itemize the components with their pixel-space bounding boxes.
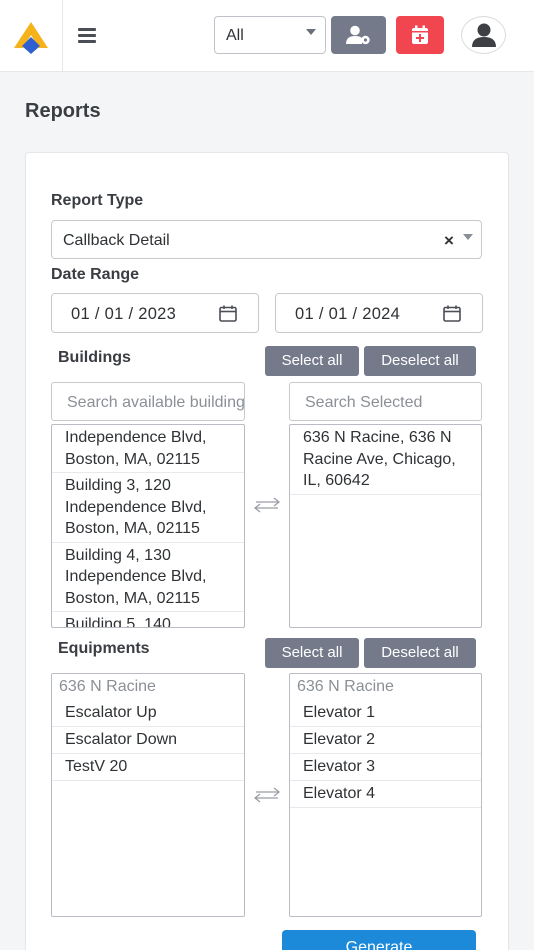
date-range-label: Date Range [51,266,140,283]
calendar-add-button[interactable] [396,16,444,54]
list-group-header: 636 N Racine [297,678,394,695]
list-item[interactable]: Building 5, 140 [52,612,244,627]
list-item[interactable]: Elevator 1 [290,700,481,727]
list-item[interactable]: Building 4, 130 Independence Blvd, Bosto… [52,543,244,612]
report-type-value: Callback Detail [63,232,170,249]
list-item[interactable]: Escalator Up [52,700,244,727]
user-cog-icon [346,25,370,45]
user-icon [472,23,496,47]
chevron-down-icon [306,29,316,35]
equipments-select-all-button[interactable]: Select all [265,638,359,668]
report-type-select[interactable]: Callback Detail × [51,220,482,259]
list-item[interactable]: Elevator 3 [290,754,481,781]
generate-button[interactable]: Generate [282,930,476,950]
report-type-label: Report Type [51,192,144,209]
selected-buildings-list[interactable]: 636 N Racine, 636 N Racine Ave, Chicago,… [289,424,482,628]
list-item[interactable]: Independence Blvd, Boston, MA, 02115 [52,425,244,473]
calendar-icon[interactable] [443,305,461,322]
search-available-buildings-input[interactable]: Search available buildings [51,382,245,421]
buildings-select-all-button[interactable]: Select all [265,346,359,376]
avatar[interactable] [461,16,506,54]
start-date-value: 01 / 01 / 2023 [71,305,177,323]
diamond-arrow-logo-icon [14,22,48,54]
top-navbar: All [0,0,534,72]
equipments-deselect-all-button[interactable]: Deselect all [364,638,476,668]
scope-select[interactable]: All [214,16,326,54]
buildings-deselect-all-button[interactable]: Deselect all [364,346,476,376]
swap-arrows-icon [253,497,281,513]
search-selected-buildings-input[interactable]: Search Selected [289,382,482,421]
page-title: Reports [25,100,101,122]
list-item[interactable]: Building 3, 120 Independence Blvd, Bosto… [52,473,244,543]
list-group-header: 636 N Racine [59,678,156,695]
search-selected-buildings-placeholder: Search Selected [305,394,423,411]
end-date-value: 01 / 01 / 2024 [295,305,401,323]
list-item[interactable]: 636 N Racine, 636 N Racine Ave, Chicago,… [290,425,481,495]
hamburger-icon[interactable] [76,24,100,48]
calendar-icon[interactable] [219,305,237,322]
scope-select-value: All [226,27,244,44]
available-buildings-list[interactable]: Independence Blvd, Boston, MA, 02115 Bui… [51,424,245,628]
end-date-input[interactable]: 01 / 01 / 2024 [275,293,483,333]
clear-icon[interactable]: × [444,231,454,251]
equipments-label: Equipments [58,640,150,657]
chevron-down-icon[interactable] [463,234,473,240]
list-item[interactable]: Elevator 2 [290,727,481,754]
calendar-plus-icon [412,25,428,44]
user-settings-button[interactable] [331,16,386,54]
list-item[interactable]: Escalator Down [52,727,244,754]
search-available-buildings-placeholder: Search available buildings [67,394,245,411]
start-date-input[interactable]: 01 / 01 / 2023 [51,293,259,333]
logo[interactable] [0,0,63,72]
buildings-label: Buildings [58,349,131,366]
list-item[interactable]: Elevator 4 [290,781,481,808]
list-item[interactable]: TestV 20 [52,754,244,781]
selected-equipments-list[interactable]: 636 N Racine Elevator 1 Elevator 2 Eleva… [289,673,482,917]
available-equipments-list[interactable]: 636 N Racine Escalator Up Escalator Down… [51,673,245,917]
swap-arrows-icon [253,787,281,803]
